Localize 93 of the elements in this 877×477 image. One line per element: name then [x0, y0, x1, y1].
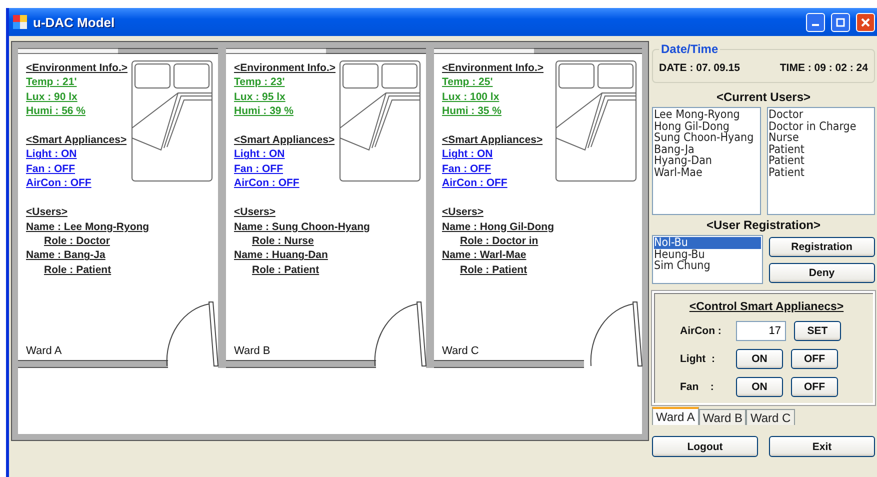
logout-button[interactable]: Logout — [652, 436, 758, 457]
environment-reading[interactable]: Temp : 21' — [26, 75, 77, 90]
appliance-status-link[interactable]: Fan : OFF — [234, 162, 283, 176]
window-title: u-DAC Model — [33, 14, 116, 30]
control-label: Fan : — [680, 381, 715, 393]
list-item[interactable]: Hong Gil-Dong — [654, 120, 758, 132]
section-heading: <Environment Info.> — [26, 61, 128, 76]
list-item[interactable]: Nurse — [768, 132, 873, 144]
door-drawing — [588, 300, 644, 368]
ward-label: Ward B — [234, 345, 270, 357]
control-button[interactable]: ON — [736, 377, 783, 397]
appliance-status-link[interactable]: Light : ON — [26, 147, 77, 162]
list-item[interactable]: Patient — [768, 166, 873, 178]
ward-tab[interactable]: Ward B — [698, 409, 746, 425]
appliance-status-link[interactable]: AirCon : OFF — [26, 176, 92, 190]
user-name-list[interactable]: Lee Mong-Ryong Hong Gil-Dong Sung Choon-Hyang Bang-Ja Hyang-Dan Warl-Mae — [652, 107, 760, 215]
user-name: Name : Huang-Dan — [234, 248, 328, 263]
environment-reading[interactable]: Humi : 39 % — [234, 104, 294, 118]
list-item[interactable]: Warl-Mae — [654, 166, 758, 178]
minimize-button[interactable] — [806, 12, 825, 32]
user-role: Role : Doctor — [44, 234, 110, 248]
time-text: TIME : 09 : 02 : 24 — [780, 62, 868, 74]
appliance-status-link[interactable]: Light : ON — [234, 147, 285, 162]
list-item[interactable]: Heung-Bu — [654, 248, 760, 260]
list-item[interactable]: Nol-Bu — [654, 237, 760, 248]
section-heading: <Smart Appliances> — [234, 133, 335, 148]
user-name: Name : Bang-Ja — [26, 248, 106, 263]
close-button[interactable] — [856, 12, 875, 32]
exit-button[interactable]: Exit — [769, 436, 875, 457]
section-heading: <User Registration> — [705, 218, 822, 232]
section-heading: <Environment Info.> — [442, 61, 544, 76]
panel-heading: <Control Smart Applianecs> — [689, 301, 844, 313]
section-heading: <Environment Info.> — [234, 61, 336, 76]
list-item[interactable]: Hyang-Dan — [654, 155, 758, 166]
registration-list[interactable]: Nol-Bu Heung-Bu Sim Chung — [652, 235, 762, 284]
user-name: Name : Warl-Mae — [442, 248, 526, 263]
list-item[interactable]: Doctor — [768, 109, 873, 120]
control-button[interactable]: ON — [736, 349, 783, 369]
user-role: Role : Patient — [44, 262, 112, 277]
control-button[interactable]: SET — [794, 321, 841, 341]
appliance-status-link[interactable]: Fan : OFF — [26, 162, 75, 176]
list-item[interactable]: Bang-Ja — [654, 144, 758, 155]
control-button[interactable]: OFF — [791, 377, 838, 397]
appliance-status-link[interactable]: Light : ON — [442, 147, 493, 162]
input-field[interactable]: 17 — [736, 321, 786, 341]
list-item[interactable]: Sung Choon-Hyang — [654, 132, 758, 144]
list-item[interactable]: Doctor in Charge — [768, 120, 873, 132]
environment-reading[interactable]: Lux : 100 lx — [442, 90, 500, 104]
appliance-status-link[interactable]: AirCon : OFF — [442, 176, 508, 190]
environment-reading[interactable]: Humi : 56 % — [26, 104, 86, 118]
section-heading: <Current Users> — [715, 90, 812, 104]
deny-button[interactable]: Deny — [768, 263, 875, 283]
section-heading: <Smart Appliances> — [442, 133, 543, 148]
group-title: Date/Time — [660, 42, 720, 56]
app-icon — [13, 15, 27, 29]
environment-reading[interactable]: Temp : 25' — [442, 75, 493, 90]
appliance-status-link[interactable]: AirCon : OFF — [234, 176, 300, 190]
date-text: DATE : 07. 09.15 — [659, 62, 740, 74]
ward-tab[interactable]: Ward C — [746, 409, 795, 425]
user-name: Name : Hong Gil-Dong — [442, 220, 554, 234]
close-icon — [861, 18, 870, 26]
ward-label: Ward A — [26, 345, 62, 357]
environment-reading[interactable]: Humi : 35 % — [442, 104, 502, 118]
user-name: Name : Lee Mong-Ryong — [26, 220, 150, 234]
user-role: Role : Doctor in — [460, 234, 538, 248]
environment-reading[interactable]: Lux : 90 lx — [26, 90, 78, 104]
section-heading: <Users> — [26, 205, 68, 220]
maximize-button[interactable] — [831, 12, 850, 32]
ward-tab[interactable]: Ward A — [652, 407, 699, 425]
user-role: Role : Patient — [460, 262, 528, 277]
door-drawing — [164, 300, 220, 368]
control-label: Light : — [680, 353, 716, 365]
door-drawing — [372, 300, 428, 368]
control-button[interactable]: OFF — [791, 349, 838, 369]
section-heading: <Smart Appliances> — [26, 133, 127, 148]
appliance-status-link[interactable]: Fan : OFF — [442, 162, 491, 176]
maximize-icon — [836, 18, 845, 26]
list-item[interactable]: Lee Mong-Ryong — [654, 109, 758, 120]
environment-reading[interactable]: Temp : 23' — [234, 75, 285, 90]
list-item[interactable]: Sim Chung — [654, 260, 760, 272]
list-item[interactable]: Patient — [768, 155, 873, 166]
user-role-list[interactable]: Doctor Doctor in Charge Nurse Patient Patient Patient — [766, 107, 875, 215]
control-label: AirCon : — [680, 325, 722, 337]
user-role: Role : Patient — [252, 262, 320, 277]
minimize-icon — [812, 24, 819, 26]
section-heading: <Users> — [234, 205, 276, 220]
registration-button[interactable]: Registration — [768, 237, 875, 257]
environment-reading[interactable]: Lux : 95 lx — [234, 90, 286, 104]
user-role: Role : Nurse — [252, 234, 314, 248]
ward-label: Ward C — [442, 345, 479, 357]
list-item[interactable]: Patient — [768, 144, 873, 155]
user-name: Name : Sung Choon-Hyang — [234, 220, 370, 234]
section-heading: <Users> — [442, 205, 484, 220]
